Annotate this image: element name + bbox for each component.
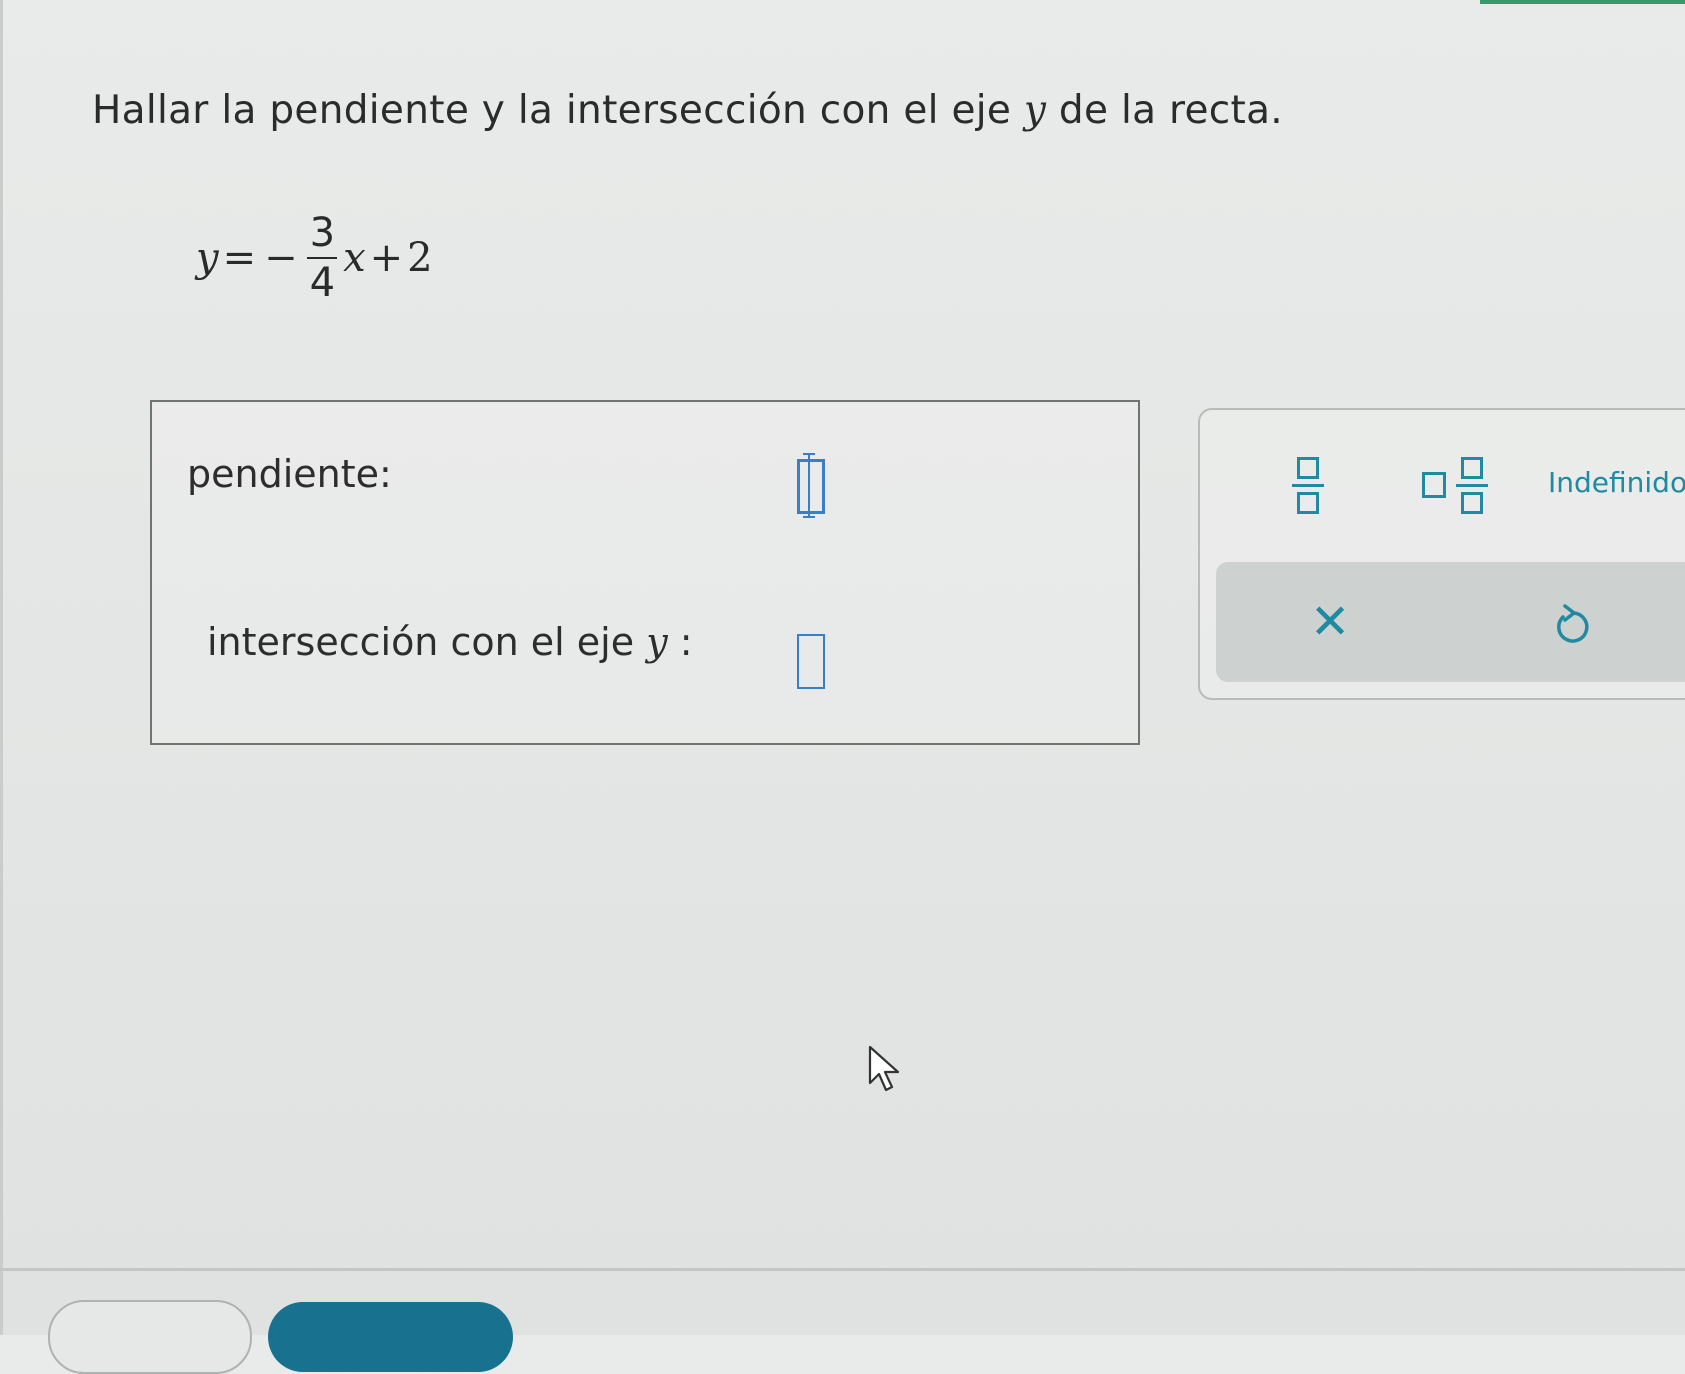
intercept-label-text: intersección con el eje xyxy=(207,620,647,664)
caret xyxy=(803,453,815,518)
left-edge xyxy=(0,0,3,1335)
secondary-button[interactable] xyxy=(48,1300,252,1374)
line-equation: y = − 3 4 x + 2 xyxy=(196,198,433,318)
equation-fraction: 3 4 xyxy=(306,209,339,307)
intercept-label: intersección con el eje y : xyxy=(207,620,693,664)
fraction-button[interactable] xyxy=(1268,440,1348,530)
equation-lhs: y xyxy=(196,235,219,281)
close-icon[interactable]: ✕ xyxy=(1310,598,1350,646)
mixed-icon-top xyxy=(1461,456,1483,479)
intercept-variable: y xyxy=(646,620,668,664)
primary-button[interactable] xyxy=(268,1302,513,1372)
mouse-pointer-icon xyxy=(868,1045,904,1099)
fraction-denominator: 4 xyxy=(309,260,336,306)
mixed-icon-bottom xyxy=(1461,491,1483,514)
intercept-input[interactable] xyxy=(797,634,825,689)
intercept-colon: : xyxy=(667,620,693,664)
footer-divider xyxy=(0,1268,1685,1271)
equation-plus: + xyxy=(369,235,404,281)
top-accent-bar xyxy=(1480,0,1685,4)
equation-equals: = xyxy=(222,235,257,281)
slope-label: pendiente: xyxy=(187,452,392,496)
prompt-variable: y xyxy=(1023,88,1047,133)
mixed-number-button[interactable] xyxy=(1400,440,1510,530)
mixed-number-whole-icon xyxy=(1422,472,1446,498)
fraction-icon-bar xyxy=(1292,483,1324,487)
answer-panel: pendiente: intersección con el eje y : xyxy=(150,400,1140,745)
text-cursor xyxy=(797,453,825,518)
palette-actions-bar xyxy=(1216,562,1685,682)
equation-constant: 2 xyxy=(407,235,433,281)
prompt-text-end: de la recta. xyxy=(1046,88,1283,133)
undefined-button[interactable]: Indefinido xyxy=(1548,466,1685,499)
fraction-icon xyxy=(1292,456,1324,514)
mixed-icon-bar xyxy=(1456,483,1488,487)
equation-x: x xyxy=(343,235,366,281)
question-prompt: Hallar la pendiente y la intersección co… xyxy=(92,88,1283,133)
prompt-text-start: Hallar la pendiente y la intersección co… xyxy=(92,88,1024,133)
fraction-numerator: 3 xyxy=(309,210,336,256)
fraction-icon-bottom xyxy=(1297,491,1319,514)
fraction-icon-top xyxy=(1297,456,1319,479)
undo-icon[interactable] xyxy=(1553,603,1593,651)
equation-minus: − xyxy=(264,235,298,281)
mixed-number-icon xyxy=(1456,456,1488,514)
